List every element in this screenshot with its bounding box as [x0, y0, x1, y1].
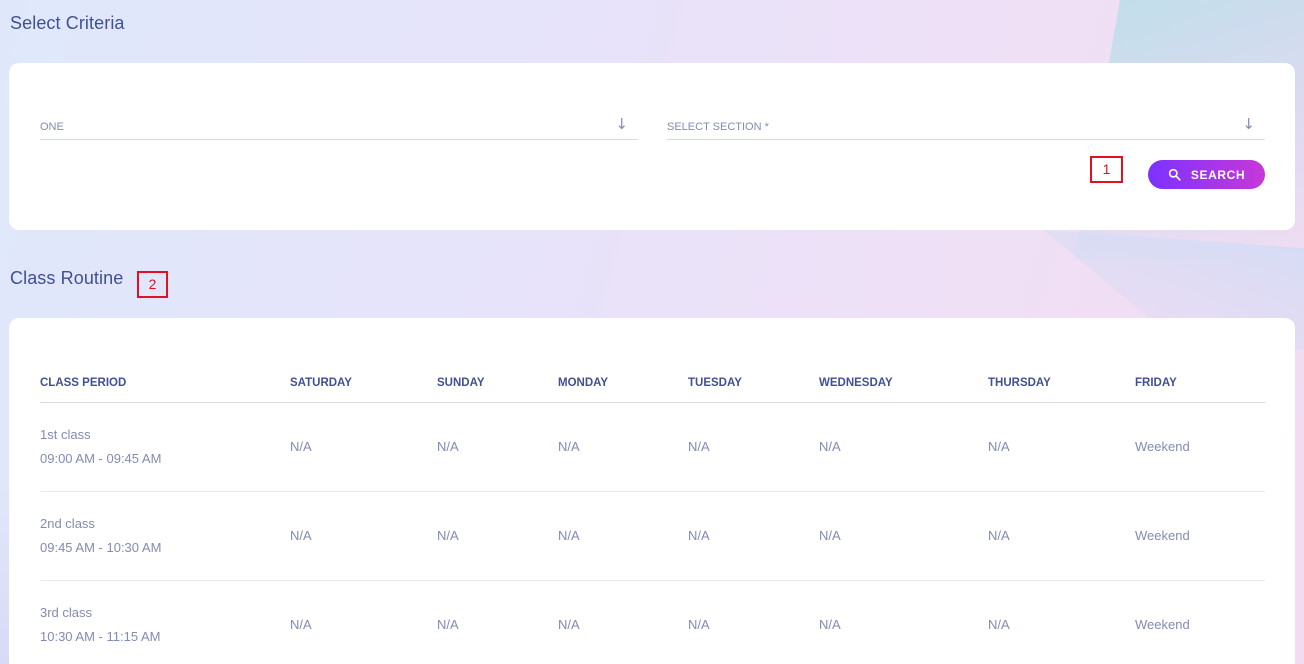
table-cell: Weekend	[1135, 491, 1265, 581]
table-cell: N/A	[558, 491, 688, 581]
select-criteria-card: ONE ↓ SELECT SECTION * ↓ SEARCH	[9, 63, 1295, 230]
class-routine-card: CLASS PERIOD SATURDAY SUNDAY MONDAY TUES…	[9, 318, 1295, 664]
table-cell: N/A	[437, 580, 558, 664]
period-cell: 3rd class 10:30 AM - 11:15 AM	[40, 580, 290, 664]
period-time: 10:30 AM - 11:15 AM	[40, 629, 161, 644]
period-time: 09:00 AM - 09:45 AM	[40, 451, 162, 466]
annotation-marker-1: 1	[1090, 156, 1123, 183]
table-cell: N/A	[290, 402, 437, 492]
table-cell: N/A	[688, 402, 819, 492]
table-cell: N/A	[437, 491, 558, 581]
section-select[interactable]: SELECT SECTION * ↓	[667, 111, 1265, 140]
section-select-placeholder: SELECT SECTION *	[667, 121, 769, 133]
table-cell: N/A	[290, 580, 437, 664]
table-row: 2nd class 09:45 AM - 10:30 AM N/A N/A N/…	[40, 491, 1265, 581]
table-cell: Weekend	[1135, 402, 1265, 492]
table-cell: N/A	[688, 491, 819, 581]
search-icon	[1168, 168, 1181, 181]
search-button-label: SEARCH	[1190, 167, 1246, 182]
period-name: 3rd class	[40, 605, 93, 620]
table-header-row: CLASS PERIOD SATURDAY SUNDAY MONDAY TUES…	[40, 365, 1265, 403]
table-cell: N/A	[988, 402, 1135, 492]
period-cell: 1st class 09:00 AM - 09:45 AM	[40, 402, 290, 492]
column-header: SUNDAY	[437, 365, 558, 403]
class-routine-title: Class Routine	[10, 268, 124, 288]
table-cell: Weekend	[1135, 580, 1265, 664]
period-name: 2nd class	[40, 516, 95, 531]
table-row: 3rd class 10:30 AM - 11:15 AM N/A N/A N/…	[40, 580, 1265, 664]
table-cell: N/A	[558, 402, 688, 492]
table-cell: N/A	[437, 402, 558, 492]
annotation-marker-2: 2	[137, 271, 168, 298]
period-cell: 2nd class 09:45 AM - 10:30 AM	[40, 491, 290, 581]
table-cell: N/A	[988, 580, 1135, 664]
table-cell: N/A	[290, 491, 437, 581]
table-cell: N/A	[819, 580, 988, 664]
column-header: TUESDAY	[688, 365, 819, 403]
column-header: MONDAY	[558, 365, 688, 403]
table-row: 1st class 09:00 AM - 09:45 AM N/A N/A N/…	[40, 402, 1265, 492]
arrow-down-icon: ↓	[615, 115, 628, 133]
search-button[interactable]: SEARCH	[1148, 160, 1265, 189]
column-header: WEDNESDAY	[819, 365, 988, 403]
column-header: CLASS PERIOD	[40, 365, 290, 403]
column-header: THURSDAY	[988, 365, 1135, 403]
class-routine-table: CLASS PERIOD SATURDAY SUNDAY MONDAY TUES…	[40, 365, 1265, 664]
table-cell: N/A	[819, 402, 988, 492]
column-header: SATURDAY	[290, 365, 437, 403]
column-header: FRIDAY	[1135, 365, 1265, 403]
arrow-down-icon: ↓	[1242, 115, 1255, 133]
period-name: 1st class	[40, 427, 91, 442]
select-criteria-title: Select Criteria	[10, 13, 125, 33]
class-select[interactable]: ONE ↓	[40, 111, 638, 140]
class-select-value: ONE	[40, 121, 64, 133]
table-cell: N/A	[558, 580, 688, 664]
table-cell: N/A	[688, 580, 819, 664]
period-time: 09:45 AM - 10:30 AM	[40, 540, 162, 555]
table-cell: N/A	[819, 491, 988, 581]
table-cell: N/A	[988, 491, 1135, 581]
